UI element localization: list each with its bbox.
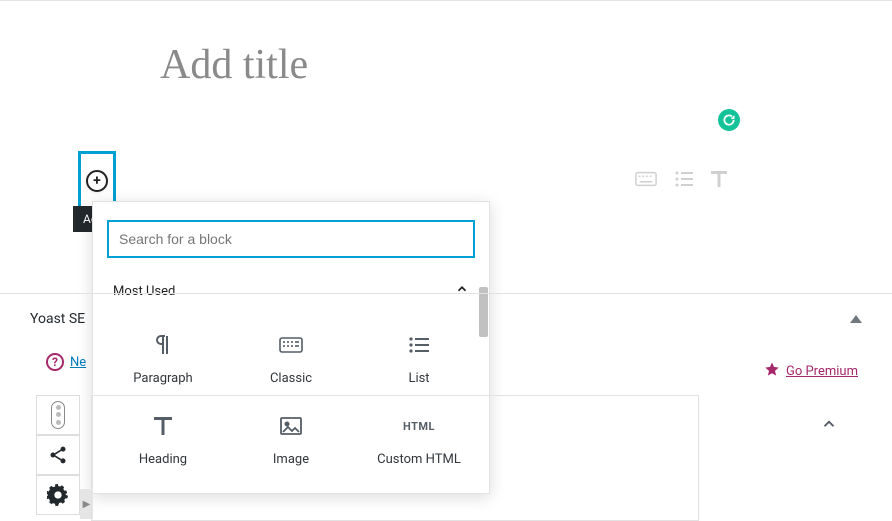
collapse-icon [850, 315, 862, 323]
divider [0, 293, 892, 294]
yoast-help-link[interactable]: Ne [70, 355, 86, 370]
plus-icon: + [86, 170, 108, 192]
tab-readability[interactable] [36, 395, 80, 435]
yoast-panel: Yoast SE ? Ne [30, 301, 862, 371]
star-icon [764, 361, 780, 381]
section-label: Most Used [113, 284, 175, 299]
list-icon[interactable] [675, 171, 693, 191]
block-toolbar [635, 171, 727, 191]
post-title-placeholder[interactable]: Add title [160, 41, 892, 89]
traffic-light-icon [51, 401, 65, 429]
keyboard-icon[interactable] [635, 171, 657, 191]
block-label: List [408, 371, 429, 386]
yoast-panel-header[interactable]: Yoast SE [30, 301, 862, 353]
premium-link[interactable]: Go Premium [786, 364, 858, 379]
share-icon [48, 445, 68, 465]
help-icon[interactable]: ? [46, 353, 64, 371]
chevron-up-icon[interactable] [820, 415, 838, 437]
block-label: Classic [270, 371, 312, 386]
yoast-sidebar-tabs [36, 395, 80, 515]
gear-icon [47, 484, 69, 506]
grammarly-icon[interactable] [718, 109, 740, 131]
tab-social[interactable] [36, 435, 80, 475]
go-premium[interactable]: Go Premium [764, 361, 858, 381]
block-label: Paragraph [133, 371, 192, 386]
search-input[interactable] [107, 220, 475, 258]
yoast-content-box [91, 395, 699, 521]
chevron-up-icon [455, 282, 469, 300]
tab-advanced[interactable] [36, 475, 80, 515]
yoast-title: Yoast SE [30, 311, 85, 327]
text-icon[interactable] [711, 171, 727, 191]
